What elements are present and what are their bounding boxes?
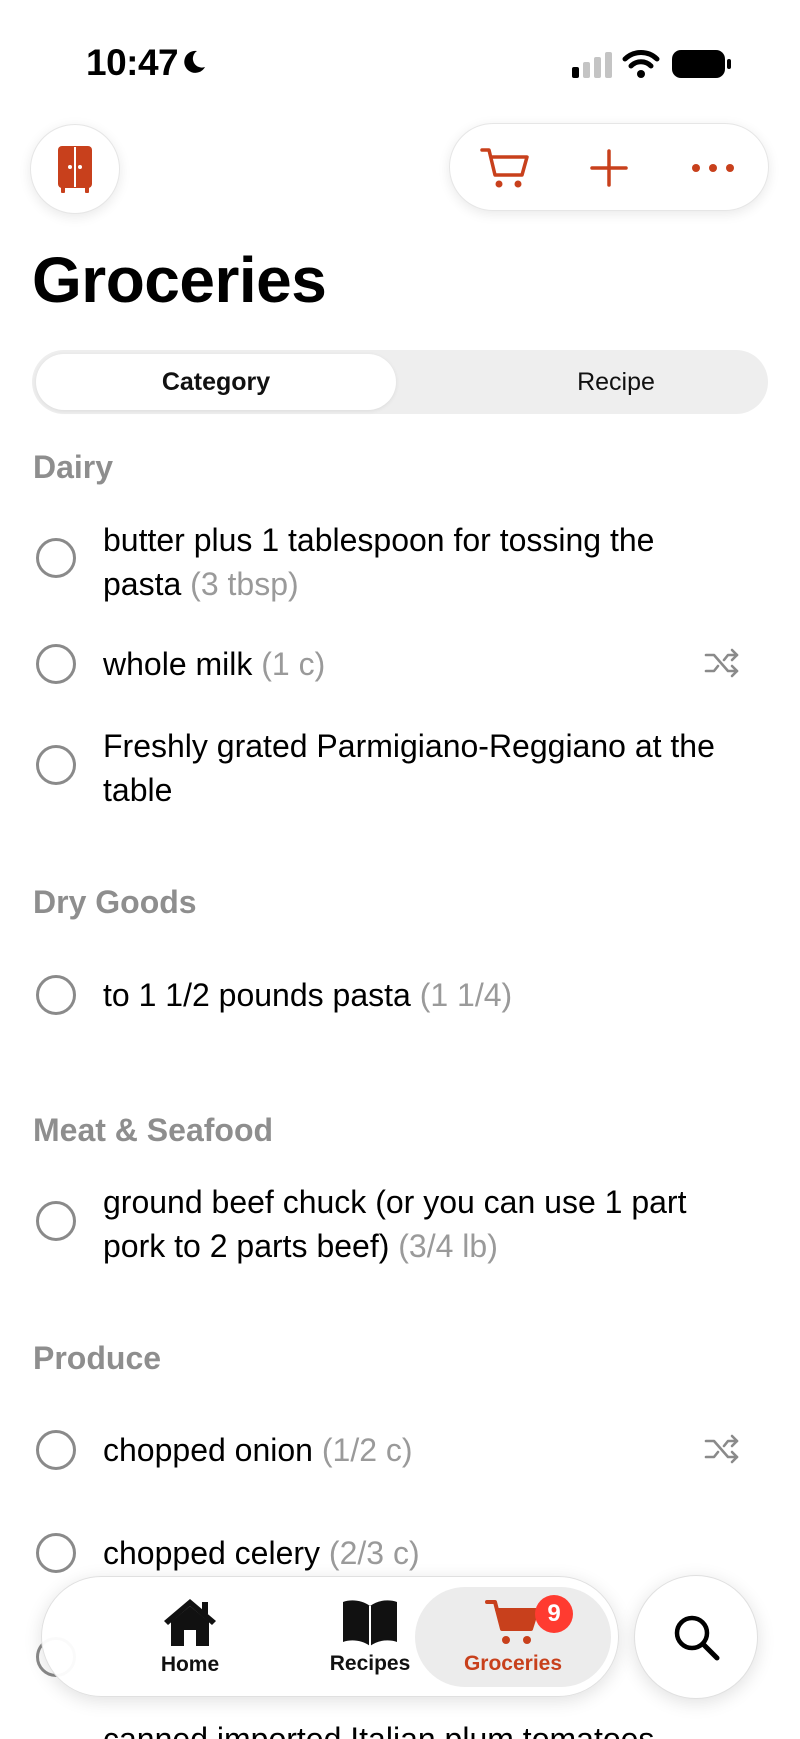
page-title: Groceries [32, 244, 327, 316]
item-quantity: (1 c) [261, 646, 326, 682]
item-name: canned imported Italian plum tomatoes [103, 1721, 655, 1739]
item-checkbox[interactable] [36, 1533, 76, 1573]
status-bar: 10:47 [0, 0, 800, 120]
more-button[interactable] [678, 124, 748, 212]
item-checkbox[interactable] [36, 1430, 76, 1470]
tab-label: Recipes [329, 1652, 411, 1675]
item-name: butter plus 1 tablespoon for tossing the… [103, 522, 655, 602]
category-header-meat-seafood: Meat & Seafood [33, 1112, 274, 1148]
item-name: chopped onion [103, 1432, 313, 1468]
item-checkbox[interactable] [36, 538, 76, 578]
ellipsis-icon [692, 164, 734, 172]
pantry-button[interactable] [30, 124, 120, 214]
item-quantity: (2/3 c) [328, 1535, 420, 1571]
battery-icon [672, 50, 731, 78]
cart-icon [480, 148, 529, 188]
add-item-button[interactable] [574, 124, 644, 212]
item-checkbox[interactable] [36, 745, 76, 785]
tab-groceries[interactable]: Groceries 9 [415, 1587, 611, 1687]
item-checkbox[interactable] [36, 975, 76, 1015]
item-checkbox[interactable] [36, 644, 76, 684]
item-name: to 1 1/2 pounds pasta [103, 977, 411, 1013]
category-header-dairy: Dairy [33, 449, 114, 485]
cart-icon [485, 1600, 539, 1644]
tab-label: Groceries [463, 1652, 563, 1675]
house-icon [164, 1599, 216, 1646]
shuffle-substitute-icon[interactable] [704, 648, 740, 678]
category-header-dry-goods: Dry Goods [33, 884, 197, 920]
item-name: ground beef chuck (or you can use 1 part… [103, 1184, 687, 1264]
item-quantity: (1 1/4) [419, 977, 513, 1013]
book-icon [343, 1600, 397, 1646]
cart-count-badge: 9 [535, 1595, 573, 1633]
shuffle-substitute-icon[interactable] [704, 1434, 740, 1464]
cart-button[interactable] [470, 124, 540, 212]
search-icon [674, 1615, 720, 1661]
item-quantity: (3/4 lb) [398, 1228, 498, 1264]
category-header-produce: Produce [33, 1340, 162, 1376]
item-quantity: (3 tbsp) [190, 566, 299, 602]
plus-icon [590, 149, 628, 187]
wifi-icon [622, 50, 660, 78]
item-name: chopped celery [103, 1535, 321, 1571]
segment-category[interactable]: Category [36, 354, 396, 410]
status-time: 10:47 [86, 42, 179, 83]
moon-icon [184, 50, 205, 73]
header-actions [449, 123, 769, 211]
tab-home[interactable]: Home [101, 1587, 279, 1687]
cellular-signal-icon [572, 52, 612, 78]
group-by-segmented-control: Category Recipe [32, 350, 768, 414]
tab-bar: Home Recipes Groceries 9 [41, 1576, 619, 1697]
item-name: Freshly grated Parmigiano-Reggiano at th… [103, 728, 715, 808]
pantry-cabinet-icon [58, 146, 92, 193]
item-quantity: (1/2 c) [321, 1432, 413, 1468]
segment-recipe[interactable]: Recipe [436, 354, 796, 410]
search-button[interactable] [634, 1575, 758, 1699]
item-name: whole milk [103, 646, 253, 682]
item-checkbox[interactable] [36, 1201, 76, 1241]
tab-label: Home [160, 1653, 220, 1676]
